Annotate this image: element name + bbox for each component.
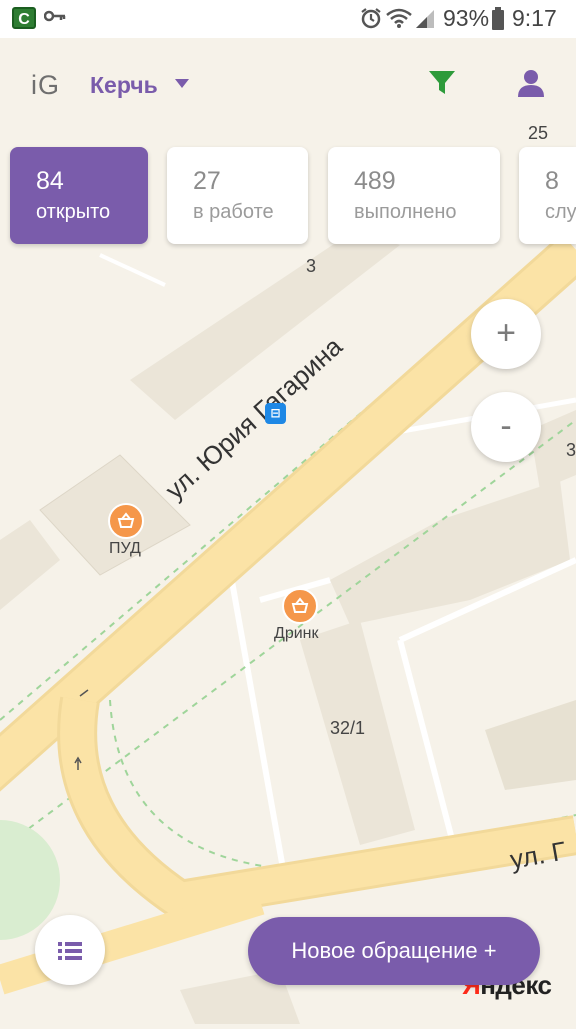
card-in-progress[interactable]: 27 в работе [167, 147, 308, 244]
card-count: 8 [545, 167, 559, 195]
house-number: 3 [306, 256, 317, 276]
bus-stop-icon[interactable]: ⊟ [265, 403, 286, 424]
card-label: выполнено [354, 201, 457, 223]
key-icon [44, 10, 66, 22]
profile-icon[interactable] [516, 68, 546, 98]
app-notification-icon: C [12, 7, 36, 29]
signal-icon [416, 10, 434, 28]
card-label: слу [545, 201, 576, 223]
card-done[interactable]: 489 выполнено [328, 147, 500, 244]
status-bar: C 93% 9:17 [0, 0, 576, 38]
card-open[interactable]: 84 открыто [10, 147, 148, 244]
card-count: 27 [193, 167, 221, 195]
poi-label: ПУД [109, 540, 141, 557]
card-count: 489 [354, 167, 396, 195]
battery-percent: 93% [443, 5, 490, 31]
stat-cards: 84 открыто 27 в работе 489 выполнено 8 с… [0, 147, 576, 247]
card-label: открыто [36, 201, 111, 223]
filter-icon[interactable] [428, 70, 456, 96]
house-number: 3 [566, 440, 576, 460]
card-services[interactable]: 8 слу [519, 147, 576, 244]
app-header: iG Керчь [0, 38, 576, 128]
app-logo: iG [31, 70, 60, 100]
list-icon [58, 942, 82, 960]
battery-icon [492, 7, 504, 30]
basket-icon[interactable] [108, 503, 144, 539]
chevron-down-icon[interactable] [175, 79, 189, 88]
card-label: в работе [193, 201, 274, 223]
city-selector[interactable]: Керчь [90, 72, 158, 99]
basket-icon[interactable] [282, 588, 318, 624]
zoom-in-button[interactable]: + [471, 299, 541, 369]
list-view-button[interactable] [35, 915, 105, 985]
alarm-icon [361, 8, 381, 29]
zoom-out-button[interactable]: - [471, 392, 541, 462]
house-number: 32/1 [330, 718, 366, 738]
clock: 9:17 [512, 5, 557, 31]
wifi-icon [386, 8, 412, 28]
card-count: 84 [36, 167, 64, 195]
new-request-button[interactable]: Новое обращение + [248, 917, 540, 985]
poi-label: Дринк [274, 625, 319, 642]
